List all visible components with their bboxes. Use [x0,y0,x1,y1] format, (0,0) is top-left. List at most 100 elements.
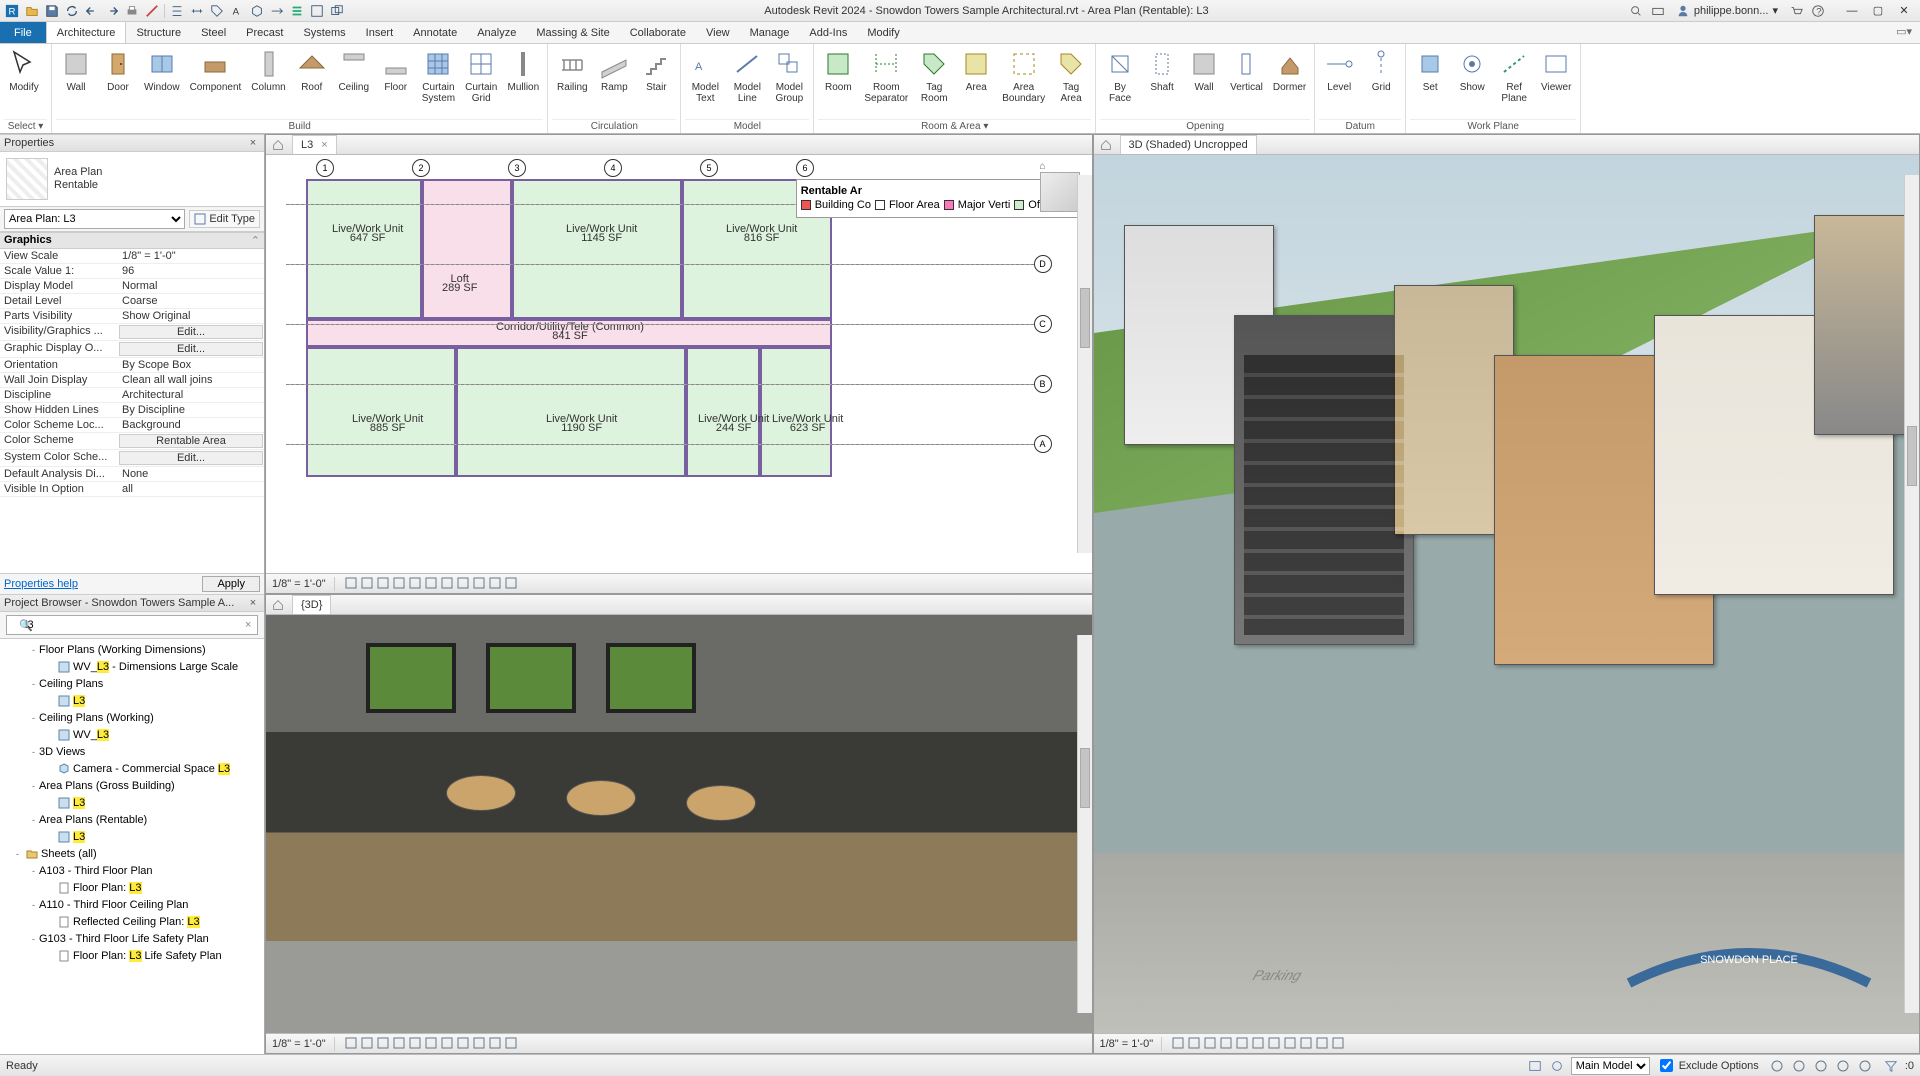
home-icon[interactable]: ⌂ [1040,161,1086,172]
area-boundary-tool[interactable]: AreaBoundary [998,46,1049,106]
default3d-icon[interactable] [249,3,265,19]
reveal-icon[interactable] [487,1035,503,1051]
visual-style-icon[interactable] [359,575,375,591]
type-selector[interactable]: Area Plan Rentable [0,152,264,207]
close-inactive-icon[interactable] [309,3,325,19]
tree-node[interactable]: -G103 - Third Floor Life Safety Plan [0,930,264,947]
modify-tool[interactable]: Modify [4,46,44,95]
component-tool[interactable]: Component [186,46,246,95]
dimension-icon[interactable] [189,3,205,19]
browser-header[interactable]: Project Browser - Snowdon Towers Sample … [0,594,264,612]
property-row[interactable]: DisciplineArchitectural [0,388,264,403]
ribbon-toggle-icon[interactable]: ▭▾ [1888,22,1920,43]
grid-bubble[interactable]: 3 [508,159,526,177]
floor-tool[interactable]: Floor [376,46,416,95]
scrollbar-vertical[interactable] [1077,635,1092,1013]
redo-icon[interactable] [104,3,120,19]
expand-icon[interactable]: - [12,849,23,859]
wall-tool[interactable]: Wall [1184,46,1224,95]
scrollbar-vertical[interactable] [1904,175,1919,1013]
3d-canvas[interactable]: SNOWDON PLACE Parking [1094,155,1920,1033]
property-row[interactable]: OrientationBy Scope Box [0,358,264,373]
tree-node[interactable]: WV_L3 - Dimensions Large Scale [0,658,264,675]
visual-style-icon[interactable] [1186,1035,1202,1051]
tree-node[interactable]: -Area Plans (Rentable) [0,811,264,828]
view-scale[interactable]: 1/8" = 1'-0" [1100,1038,1154,1050]
reveal-icon[interactable] [487,575,503,591]
ref-plane-tool[interactable]: RefPlane [1494,46,1534,106]
property-row[interactable]: Visible In Optionall [0,482,264,497]
select-underlay-icon[interactable] [1791,1058,1807,1074]
revit-logo-icon[interactable]: R [4,3,20,19]
measure-icon[interactable] [144,3,160,19]
tab-collaborate[interactable]: Collaborate [620,22,696,43]
tree-node[interactable]: -Ceiling Plans (Working) [0,709,264,726]
tree-node[interactable]: -Area Plans (Gross Building) [0,777,264,794]
panel-label[interactable]: Circulation [552,119,676,133]
ceiling-tool[interactable]: Ceiling [334,46,374,95]
panel-label[interactable]: Model [685,119,809,133]
wall-tool[interactable]: Wall [56,46,96,95]
curtain-system-tool[interactable]: CurtainSystem [418,46,459,106]
door-tool[interactable]: Door [98,46,138,95]
property-row[interactable]: Color Scheme Loc...Background [0,418,264,433]
property-row[interactable]: Display ModelNormal [0,279,264,294]
window-tool[interactable]: Window [140,46,184,95]
grid-bubble[interactable]: 5 [700,159,718,177]
panel-label[interactable]: Room & Area ▾ [818,119,1091,133]
print-icon[interactable] [124,3,140,19]
tab-systems[interactable]: Systems [293,22,355,43]
filter-icon[interactable] [1883,1058,1899,1074]
main-model-select[interactable]: Main Model [1571,1057,1650,1075]
ramp-tool[interactable]: Ramp [594,46,634,95]
grid-bubble[interactable]: 4 [604,159,622,177]
crop-visible-icon[interactable] [439,1035,455,1051]
property-group-header[interactable]: Graphics⌃ [0,232,264,249]
tree-node[interactable]: Floor Plan: L3 Life Safety Plan [0,947,264,964]
expand-icon[interactable]: - [28,815,39,825]
expand-icon[interactable]: - [28,900,39,910]
plan-canvas[interactable]: Live/Work Unit647 SF Loft289 SF Live/Wor… [266,155,1092,573]
section-icon[interactable] [269,3,285,19]
panel-label[interactable]: Opening [1100,119,1310,133]
tree-node[interactable]: -Ceiling Plans [0,675,264,692]
by-face-tool[interactable]: ByFace [1100,46,1140,106]
instance-filter[interactable]: Area Plan: L3 [4,209,185,229]
property-row[interactable]: Color SchemeRentable Area [0,433,264,450]
scrollbar-vertical[interactable] [1077,175,1092,553]
help-icon[interactable]: ? [1810,3,1826,19]
expand-icon[interactable]: - [28,679,39,689]
crop-visible-icon[interactable] [1266,1035,1282,1051]
detail-level-icon[interactable] [343,575,359,591]
tab-modify[interactable]: Modify [857,22,909,43]
properties-help-link[interactable]: Properties help [4,578,78,590]
property-row[interactable]: Detail LevelCoarse [0,294,264,309]
view-scale[interactable]: 1/8" = 1'-0" [272,578,326,590]
railing-tool[interactable]: Railing [552,46,592,95]
text-icon[interactable]: A [229,3,245,19]
tree-node[interactable]: Camera - Commercial Space L3 [0,760,264,777]
grid-bubble[interactable]: 2 [412,159,430,177]
rendering-icon[interactable] [407,1035,423,1051]
account-button[interactable]: philippe.bonn... ▾ [1672,4,1782,18]
restore-button[interactable]: ▢ [1866,3,1890,19]
tree-node[interactable]: -A103 - Third Floor Plan [0,862,264,879]
drag-icon[interactable] [1857,1058,1873,1074]
sun-path-icon[interactable] [1202,1035,1218,1051]
rendering-icon[interactable] [1234,1035,1250,1051]
view-home-icon[interactable] [270,137,286,153]
constraints-icon[interactable] [503,1035,519,1051]
area-tool[interactable]: Area [956,46,996,95]
expand-icon[interactable]: - [28,747,39,757]
tree-node[interactable]: L3 [0,692,264,709]
model-group-tool[interactable]: ModelGroup [769,46,809,106]
tab-analyze[interactable]: Analyze [467,22,526,43]
model-line-tool[interactable]: ModelLine [727,46,767,106]
set-tool[interactable]: Set [1410,46,1450,95]
viewer-tool[interactable]: Viewer [1536,46,1576,95]
property-row[interactable]: System Color Sche...Edit... [0,450,264,467]
tree-node[interactable]: -3D Views [0,743,264,760]
tag-room-tool[interactable]: TagRoom [914,46,954,106]
close-view-icon[interactable]: × [317,139,327,151]
grid-bubble[interactable]: C [1034,315,1052,333]
